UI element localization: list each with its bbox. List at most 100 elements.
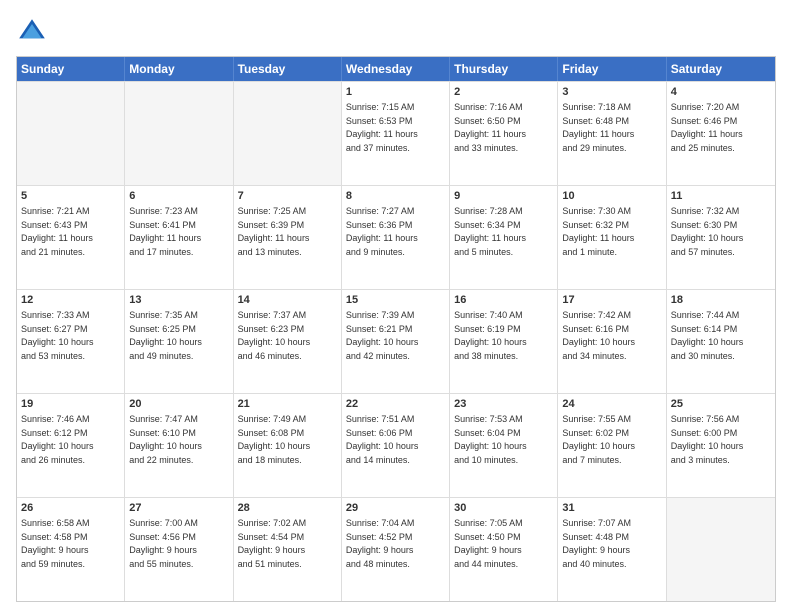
day-number: 13: [129, 293, 228, 308]
day-info: Sunrise: 7:49 AM Sunset: 6:08 PM Dayligh…: [238, 414, 311, 465]
day-number: 5: [21, 189, 120, 204]
day-info: Sunrise: 7:33 AM Sunset: 6:27 PM Dayligh…: [21, 310, 94, 361]
day-number: 9: [454, 189, 553, 204]
calendar-cell: 17Sunrise: 7:42 AM Sunset: 6:16 PM Dayli…: [558, 290, 666, 393]
day-number: 3: [562, 85, 661, 100]
day-info: Sunrise: 7:04 AM Sunset: 4:52 PM Dayligh…: [346, 518, 415, 569]
calendar: SundayMondayTuesdayWednesdayThursdayFrid…: [16, 56, 776, 602]
day-info: Sunrise: 7:53 AM Sunset: 6:04 PM Dayligh…: [454, 414, 527, 465]
calendar-cell: 27Sunrise: 7:00 AM Sunset: 4:56 PM Dayli…: [125, 498, 233, 601]
calendar-cell: 18 Sunrise: 7:44 AM Sunset: 6:14 PM Dayli…: [667, 290, 775, 393]
day-number: 21: [238, 397, 337, 412]
calendar-cell: 30 Sunrise: 7:05 AM Sunset: 4:50 PM Dayli…: [450, 498, 558, 601]
day-number: 28: [238, 501, 337, 516]
page: SundayMondayTuesdayWednesdayThursdayFrid…: [0, 0, 792, 612]
calendar-cell: 14 Sunrise: 7:37 AM Sunset: 6:23 PM Dayli…: [234, 290, 342, 393]
calendar-row: 12 Sunrise: 7:33 AM Sunset: 6:27 PM Dayli…: [17, 289, 775, 393]
calendar-row: 19Sunrise: 7:46 AM Sunset: 6:12 PM Dayli…: [17, 393, 775, 497]
day-number: 24: [562, 397, 661, 412]
day-number: 18: [671, 293, 771, 308]
day-number: 25: [671, 397, 771, 412]
calendar-body: 1Sunrise: 7:15 AM Sunset: 6:53 PM Daylig…: [17, 81, 775, 601]
calendar-cell: 24 Sunrise: 7:55 AM Sunset: 6:02 PM Dayli…: [558, 394, 666, 497]
day-info: Sunrise: 7:21 AM Sunset: 6:43 PM Dayligh…: [21, 206, 93, 257]
day-number: 31: [562, 501, 661, 516]
day-info: Sunrise: 7:35 AM Sunset: 6:25 PM Dayligh…: [129, 310, 202, 361]
weekday-header: Friday: [558, 57, 666, 81]
calendar-cell: 31 Sunrise: 7:07 AM Sunset: 4:48 PM Dayli…: [558, 498, 666, 601]
day-number: 2: [454, 85, 553, 100]
day-info: Sunrise: 7:05 AM Sunset: 4:50 PM Dayligh…: [454, 518, 523, 569]
calendar-cell: 8 Sunrise: 7:27 AM Sunset: 6:36 PM Daylig…: [342, 186, 450, 289]
weekday-header: Monday: [125, 57, 233, 81]
day-info: Sunrise: 7:18 AM Sunset: 6:48 PM Dayligh…: [562, 102, 634, 153]
day-number: 26: [21, 501, 120, 516]
day-info: Sunrise: 7:40 AM Sunset: 6:19 PM Dayligh…: [454, 310, 527, 361]
calendar-row: 1Sunrise: 7:15 AM Sunset: 6:53 PM Daylig…: [17, 81, 775, 185]
calendar-cell: 28Sunrise: 7:02 AM Sunset: 4:54 PM Dayli…: [234, 498, 342, 601]
calendar-cell: [234, 82, 342, 185]
day-info: Sunrise: 7:23 AM Sunset: 6:41 PM Dayligh…: [129, 206, 201, 257]
calendar-cell: 3 Sunrise: 7:18 AM Sunset: 6:48 PM Daylig…: [558, 82, 666, 185]
weekday-header: Wednesday: [342, 57, 450, 81]
day-info: Sunrise: 7:37 AM Sunset: 6:23 PM Dayligh…: [238, 310, 311, 361]
calendar-cell: [667, 498, 775, 601]
day-number: 4: [671, 85, 771, 100]
day-number: 12: [21, 293, 120, 308]
day-number: 30: [454, 501, 553, 516]
day-number: 6: [129, 189, 228, 204]
day-number: 29: [346, 501, 445, 516]
calendar-cell: [17, 82, 125, 185]
day-number: 20: [129, 397, 228, 412]
calendar-cell: 19Sunrise: 7:46 AM Sunset: 6:12 PM Dayli…: [17, 394, 125, 497]
header: [16, 16, 776, 48]
day-info: Sunrise: 7:27 AM Sunset: 6:36 PM Dayligh…: [346, 206, 418, 257]
day-info: Sunrise: 7:28 AM Sunset: 6:34 PM Dayligh…: [454, 206, 526, 257]
day-number: 7: [238, 189, 337, 204]
day-number: 27: [129, 501, 228, 516]
logo-icon: [16, 16, 48, 48]
day-number: 8: [346, 189, 445, 204]
calendar-cell: 16Sunrise: 7:40 AM Sunset: 6:19 PM Dayli…: [450, 290, 558, 393]
calendar-cell: 13 Sunrise: 7:35 AM Sunset: 6:25 PM Dayli…: [125, 290, 233, 393]
calendar-cell: 22Sunrise: 7:51 AM Sunset: 6:06 PM Dayli…: [342, 394, 450, 497]
day-number: 23: [454, 397, 553, 412]
calendar-cell: 2 Sunrise: 7:16 AM Sunset: 6:50 PM Daylig…: [450, 82, 558, 185]
day-info: Sunrise: 7:07 AM Sunset: 4:48 PM Dayligh…: [562, 518, 631, 569]
day-info: Sunrise: 7:55 AM Sunset: 6:02 PM Dayligh…: [562, 414, 635, 465]
day-info: Sunrise: 7:30 AM Sunset: 6:32 PM Dayligh…: [562, 206, 634, 257]
weekday-header: Sunday: [17, 57, 125, 81]
day-info: Sunrise: 7:39 AM Sunset: 6:21 PM Dayligh…: [346, 310, 419, 361]
day-info: Sunrise: 7:47 AM Sunset: 6:10 PM Dayligh…: [129, 414, 202, 465]
weekday-header: Thursday: [450, 57, 558, 81]
calendar-cell: 6 Sunrise: 7:23 AM Sunset: 6:41 PM Daylig…: [125, 186, 233, 289]
day-info: Sunrise: 7:25 AM Sunset: 6:39 PM Dayligh…: [238, 206, 310, 257]
calendar-row: 5 Sunrise: 7:21 AM Sunset: 6:43 PM Daylig…: [17, 185, 775, 289]
day-info: Sunrise: 7:56 AM Sunset: 6:00 PM Dayligh…: [671, 414, 744, 465]
day-number: 14: [238, 293, 337, 308]
logo: [16, 16, 52, 48]
day-number: 10: [562, 189, 661, 204]
day-info: Sunrise: 7:15 AM Sunset: 6:53 PM Dayligh…: [346, 102, 418, 153]
calendar-cell: 26Sunrise: 6:58 AM Sunset: 4:58 PM Dayli…: [17, 498, 125, 601]
calendar-row: 26Sunrise: 6:58 AM Sunset: 4:58 PM Dayli…: [17, 497, 775, 601]
day-info: Sunrise: 7:51 AM Sunset: 6:06 PM Dayligh…: [346, 414, 419, 465]
calendar-cell: 23 Sunrise: 7:53 AM Sunset: 6:04 PM Dayli…: [450, 394, 558, 497]
calendar-cell: 4Sunrise: 7:20 AM Sunset: 6:46 PM Daylig…: [667, 82, 775, 185]
day-number: 15: [346, 293, 445, 308]
calendar-cell: 12 Sunrise: 7:33 AM Sunset: 6:27 PM Dayli…: [17, 290, 125, 393]
day-info: Sunrise: 7:46 AM Sunset: 6:12 PM Dayligh…: [21, 414, 94, 465]
calendar-cell: 10 Sunrise: 7:30 AM Sunset: 6:32 PM Dayli…: [558, 186, 666, 289]
day-info: Sunrise: 7:44 AM Sunset: 6:14 PM Dayligh…: [671, 310, 744, 361]
calendar-cell: 5 Sunrise: 7:21 AM Sunset: 6:43 PM Daylig…: [17, 186, 125, 289]
day-info: Sunrise: 7:42 AM Sunset: 6:16 PM Dayligh…: [562, 310, 635, 361]
calendar-cell: 11Sunrise: 7:32 AM Sunset: 6:30 PM Dayli…: [667, 186, 775, 289]
day-info: Sunrise: 7:16 AM Sunset: 6:50 PM Dayligh…: [454, 102, 526, 153]
weekday-header: Tuesday: [234, 57, 342, 81]
day-number: 11: [671, 189, 771, 204]
calendar-cell: 21 Sunrise: 7:49 AM Sunset: 6:08 PM Dayli…: [234, 394, 342, 497]
calendar-cell: 9 Sunrise: 7:28 AM Sunset: 6:34 PM Daylig…: [450, 186, 558, 289]
calendar-header: SundayMondayTuesdayWednesdayThursdayFrid…: [17, 57, 775, 81]
calendar-cell: 7 Sunrise: 7:25 AM Sunset: 6:39 PM Daylig…: [234, 186, 342, 289]
calendar-cell: 1Sunrise: 7:15 AM Sunset: 6:53 PM Daylig…: [342, 82, 450, 185]
